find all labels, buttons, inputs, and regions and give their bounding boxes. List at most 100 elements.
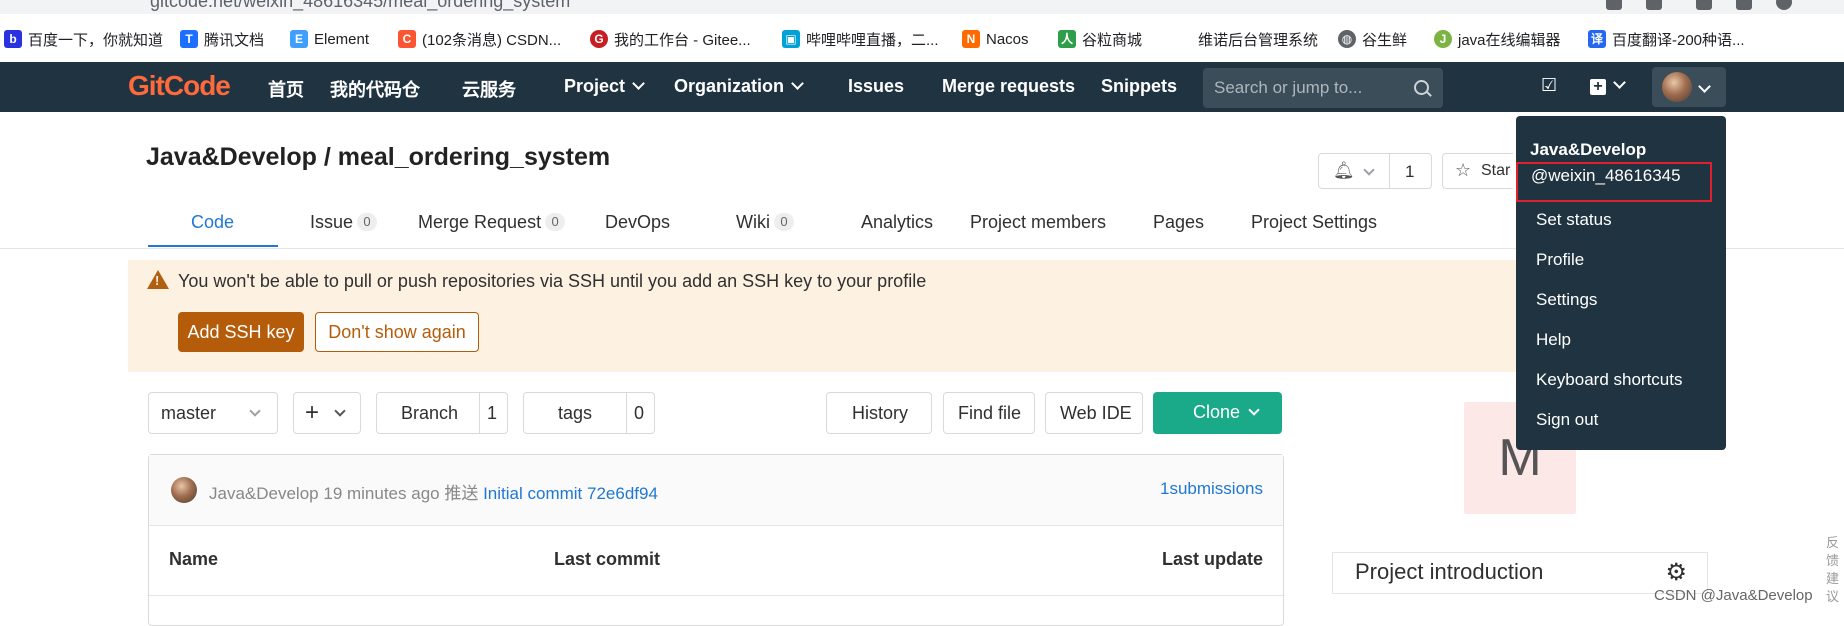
last-commit-row: Java&Develop 19 minutes ago 推送 Initial c… [149, 455, 1283, 526]
chevron-down-icon [1248, 404, 1260, 416]
nav-home[interactable]: 首页 [268, 76, 304, 102]
todo-icon[interactable]: ☑ [1541, 75, 1557, 96]
avatar [171, 477, 197, 503]
column-header-name: Name [169, 549, 219, 569]
count-badge: 0 [357, 213, 378, 231]
branch-button[interactable]: Branch 1 [376, 392, 508, 434]
extension-icon[interactable] [1606, 0, 1622, 10]
nav-merge-requests[interactable]: Merge requests [942, 76, 1075, 97]
notification-button[interactable]: 🔔︎ 1 [1318, 153, 1432, 189]
new-item-button[interactable]: + [1590, 75, 1626, 96]
tab-analytics[interactable]: Analytics [861, 212, 933, 233]
menu-item-profile[interactable]: Profile [1536, 250, 1584, 270]
commit-message-link[interactable]: Initial commit [483, 484, 582, 503]
url-text[interactable]: gitcode.net/weixin_48616345/meal_orderin… [150, 0, 570, 12]
plus-icon: + [305, 399, 320, 426]
menu-item-help[interactable]: Help [1536, 330, 1571, 350]
window-icon[interactable] [1736, 0, 1752, 10]
tab-wiki[interactable]: Wiki 0 [736, 212, 794, 233]
menu-item-keyboard-shortcuts[interactable]: Keyboard shortcuts [1536, 370, 1682, 390]
baidu-icon: b [4, 30, 22, 48]
bookmark-csdn[interactable]: C (102条消息) CSDN... [398, 28, 561, 50]
bookmark-bilibili[interactable]: ▣ 哔哩哔哩直播，二... [782, 28, 939, 50]
plus-icon: + [1590, 79, 1606, 95]
nacos-icon: N [962, 30, 980, 48]
user-handle: @weixin_48616345 [1531, 166, 1681, 185]
search-placeholder: Search or jump to... [1214, 78, 1363, 97]
feedback-tab[interactable]: 反馈 建议 [1826, 534, 1844, 606]
tab-project-settings[interactable]: Project Settings [1251, 212, 1377, 233]
tab-merge-request[interactable]: Merge Request 0 [418, 212, 566, 233]
nav-snippets[interactable]: Snippets [1101, 76, 1177, 97]
tab-devops[interactable]: DevOps [605, 212, 670, 233]
bookmark-java-editor[interactable]: Jjava在线编辑器 [1434, 28, 1561, 50]
ssh-warning-banner: You won't be able to pull or push reposi… [128, 260, 1540, 372]
java-editor-icon: J [1434, 30, 1452, 48]
star-button[interactable]: ☆ Star [1442, 153, 1513, 189]
branch-select[interactable]: master [148, 392, 278, 434]
add-ssh-key-button[interactable]: Add SSH key [178, 312, 304, 352]
project-introduction: Project introduction ⚙ [1332, 552, 1708, 594]
notification-count: 1 [1405, 162, 1415, 181]
column-header-last-update: Last update [1161, 549, 1263, 569]
bookmark-gulimall[interactable]: 人谷粒商城 [1058, 28, 1142, 50]
history-button[interactable]: History [826, 392, 932, 434]
gitcode-logo[interactable]: GitCode [128, 70, 231, 102]
chevron-down-icon [249, 405, 261, 417]
search-input[interactable]: Search or jump to... [1203, 68, 1443, 108]
tags-button[interactable]: tags 0 [523, 392, 655, 434]
gear-icon[interactable]: ⚙ [1665, 561, 1687, 585]
find-file-button[interactable]: Find file [943, 392, 1035, 434]
count-badge: 0 [545, 213, 566, 231]
bookmark-nacos[interactable]: N Nacos [962, 28, 1029, 50]
top-navbar: GitCode 首页 我的代码仓 云服务 Project Organizatio… [0, 62, 1844, 112]
chevron-down-icon [791, 77, 804, 90]
menu-item-set-status[interactable]: Set status [1536, 210, 1612, 230]
nav-issues[interactable]: Issues [848, 76, 904, 97]
bookmark-tencent-docs[interactable]: T 腾讯文档 [180, 28, 264, 50]
globe-icon: ◍ [1338, 30, 1356, 48]
submissions-link[interactable]: 1submissions [1160, 479, 1263, 499]
puzzle-icon[interactable] [1696, 0, 1712, 10]
profile-icon[interactable] [1776, 0, 1792, 10]
bookmark-gushengxian[interactable]: ◍ 谷生鲜 [1338, 28, 1407, 50]
file-list: Java&Develop 19 minutes ago 推送 Initial c… [148, 454, 1284, 626]
user-name: Java&Develop [1530, 140, 1647, 159]
user-menu-button[interactable] [1652, 67, 1726, 107]
watermark: CSDN @Java&Develop [1654, 587, 1813, 604]
dont-show-again-button[interactable]: Don't show again [315, 312, 479, 352]
bilibili-icon: ▣ [782, 30, 800, 48]
bell-icon: 🔔︎ [1333, 161, 1355, 180]
star-label: Star [1481, 162, 1511, 179]
nav-cloud[interactable]: 云服务 [462, 76, 516, 102]
csdn-icon: C [398, 30, 416, 48]
bookmark-weinuo[interactable]: 维诺后台管理系统 [1198, 28, 1318, 50]
commit-hash-link[interactable]: 72e6df94 [587, 484, 658, 503]
tab-pages[interactable]: Pages [1153, 212, 1204, 233]
bookmark-gitee[interactable]: G 我的工作台 - Gitee... [590, 28, 751, 50]
bookmark-star-icon[interactable] [1646, 0, 1662, 10]
web-ide-button[interactable]: Web IDE [1045, 392, 1143, 434]
bookmark-element[interactable]: E Element [290, 28, 369, 50]
add-dropdown-button[interactable]: + [293, 392, 361, 434]
nav-my-repos[interactable]: 我的代码仓 [330, 76, 420, 102]
clone-button[interactable]: Clone [1153, 392, 1282, 434]
chevron-down-icon [1613, 76, 1626, 89]
search-icon [1414, 80, 1429, 95]
tab-code[interactable]: Code [191, 212, 234, 233]
bookmark-baidu-translate[interactable]: 译百度翻译-200种语... [1588, 28, 1745, 50]
chevron-down-icon [334, 405, 346, 417]
tencent-docs-icon: T [180, 30, 198, 48]
menu-item-sign-out[interactable]: Sign out [1536, 410, 1598, 430]
menu-item-settings[interactable]: Settings [1536, 290, 1597, 310]
tab-issue[interactable]: Issue 0 [310, 212, 378, 233]
browser-url-bar[interactable]: gitcode.net/weixin_48616345/meal_orderin… [0, 0, 1844, 14]
tab-project-members[interactable]: Project members [970, 212, 1106, 233]
branch-count: 1 [487, 403, 498, 423]
divider [626, 393, 627, 433]
bookmark-baidu[interactable]: b 百度一下，你就知道 [4, 28, 163, 50]
nav-organization[interactable]: Organization [674, 76, 804, 97]
nav-project[interactable]: Project [564, 76, 645, 97]
gitee-icon: G [590, 30, 608, 48]
warning-message: You won't be able to pull or push reposi… [178, 271, 927, 291]
